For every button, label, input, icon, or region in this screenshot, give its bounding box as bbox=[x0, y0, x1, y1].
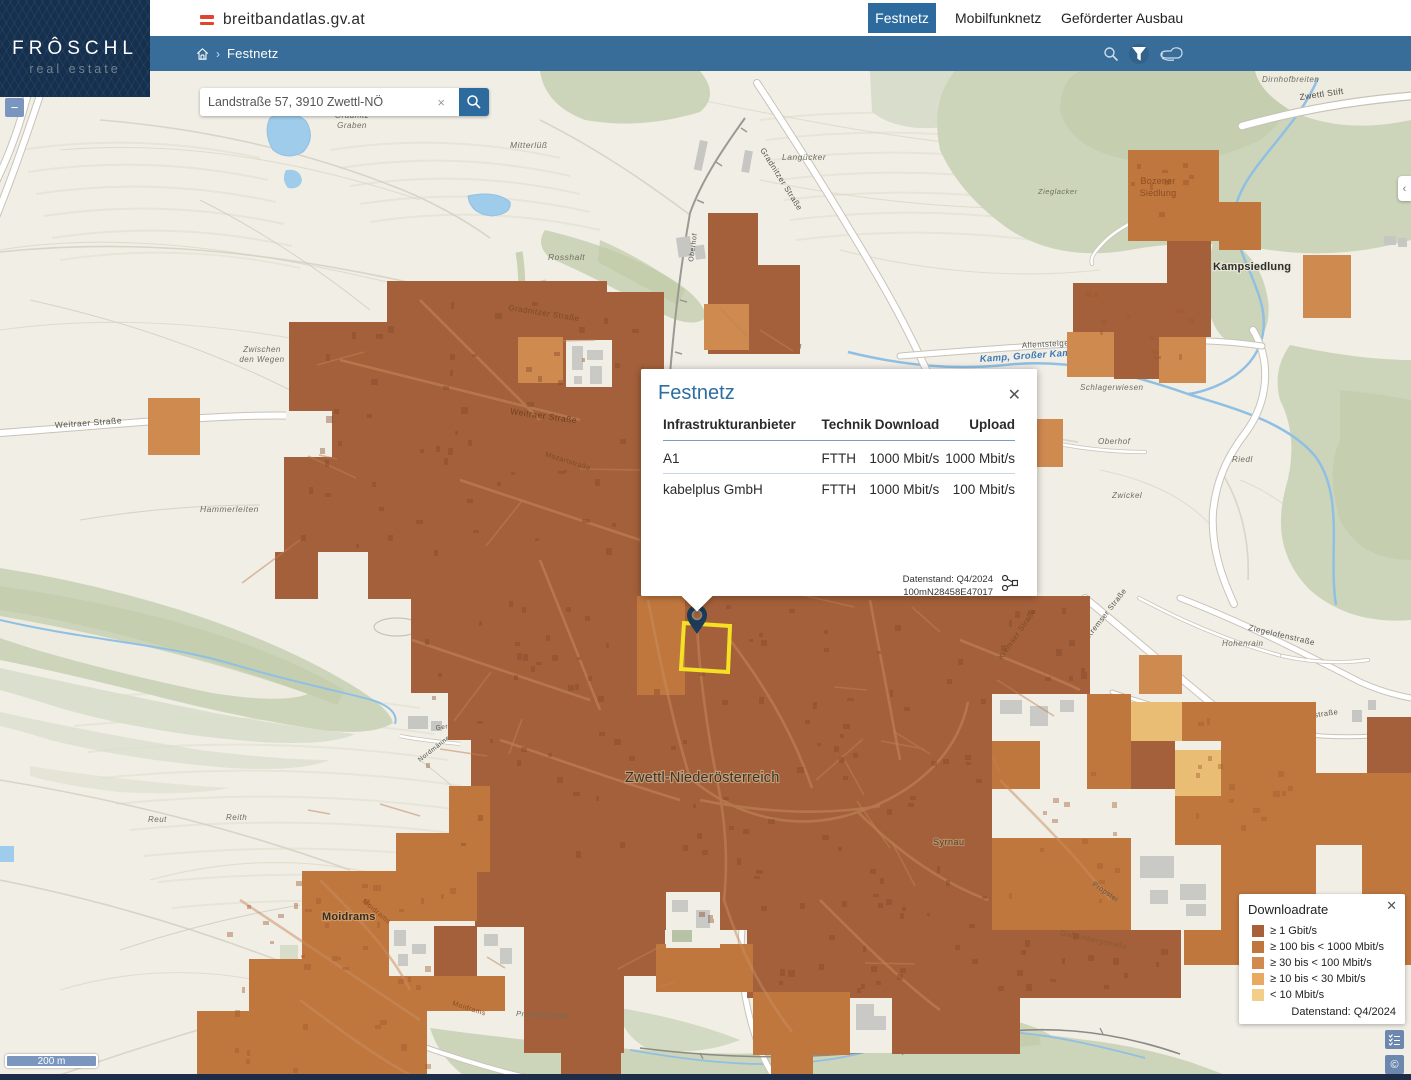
svg-text:Reith: Reith bbox=[226, 813, 247, 822]
svg-text:Mitterlüß: Mitterlüß bbox=[510, 140, 548, 150]
svg-text:Riedl: Riedl bbox=[1232, 455, 1253, 464]
svg-text:Zwischen: Zwischen bbox=[242, 345, 281, 354]
svg-text:Zwickel: Zwickel bbox=[1111, 491, 1142, 500]
svg-text:Langücker: Langücker bbox=[782, 152, 827, 162]
svg-text:Graben: Graben bbox=[337, 121, 367, 130]
svg-text:Moidrams: Moidrams bbox=[322, 911, 376, 923]
svg-text:Syrnau: Syrnau bbox=[933, 837, 965, 847]
svg-text:Kampsiedlung: Kampsiedlung bbox=[1213, 261, 1291, 273]
svg-text:Hammerleiten: Hammerleiten bbox=[200, 504, 259, 514]
svg-text:Siedlung: Siedlung bbox=[1140, 188, 1177, 198]
svg-text:Schlagerwiesen: Schlagerwiesen bbox=[1080, 383, 1144, 392]
svg-text:Bozener: Bozener bbox=[1141, 176, 1176, 186]
svg-text:Hohenrain: Hohenrain bbox=[1222, 639, 1263, 648]
svg-text:den Wegen: den Wegen bbox=[239, 355, 284, 364]
svg-text:Zieglacker: Zieglacker bbox=[1037, 187, 1078, 196]
svg-text:Reut: Reut bbox=[148, 815, 167, 824]
svg-text:Oberhof: Oberhof bbox=[1098, 437, 1131, 446]
svg-text:Zwettl-Niederösterreich: Zwettl-Niederösterreich bbox=[625, 770, 779, 786]
svg-text:Rosshalt: Rosshalt bbox=[548, 252, 585, 262]
svg-text:Dirnhofbreiten: Dirnhofbreiten bbox=[1262, 75, 1319, 84]
